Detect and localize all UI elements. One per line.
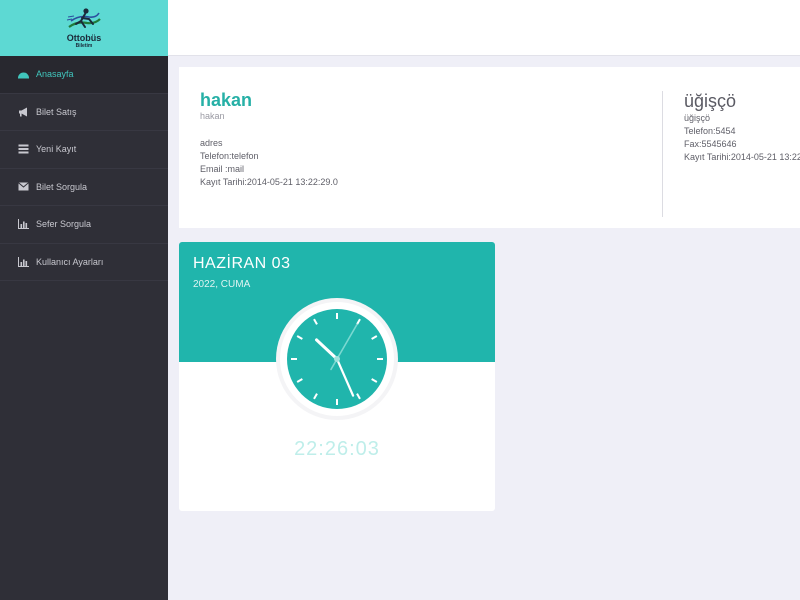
user-address: adres — [200, 138, 223, 148]
company-registered: Kayıt Tarihi:2014-05-21 13:22:29.0 — [684, 152, 800, 162]
divider — [662, 91, 663, 217]
company-subname: üğişçö — [684, 113, 711, 123]
company-phone: Telefon:5454 — [684, 126, 736, 136]
sidebar-item-label: Anasayfa — [36, 69, 74, 80]
sidebar-item-label: Kullanıcı Ayarları — [36, 256, 104, 267]
top-header — [168, 0, 800, 56]
sidebar: Ottobüs Biletim Anasayfa Bilet Satış Yen… — [0, 0, 168, 600]
bar-chart-icon — [18, 256, 29, 267]
user-registered: Kayıt Tarihi:2014-05-21 13:22:29.0 — [200, 177, 338, 187]
analog-clock-icon — [276, 298, 398, 420]
runner-logo-icon — [66, 8, 101, 28]
logo-subtitle: Biletim — [75, 43, 93, 49]
sidebar-item-anasayfa[interactable]: Anasayfa — [0, 56, 168, 94]
digital-time: 22:26:03 — [294, 438, 380, 460]
user-name: hakan — [200, 90, 253, 110]
sidebar-item-bilet-sorgula[interactable]: Bilet Sorgula — [0, 169, 168, 206]
clock-date: HAZİRAN 03 — [193, 255, 291, 272]
user-phone: Telefon:telefon — [200, 151, 259, 161]
user-username: hakan — [200, 111, 225, 121]
sidebar-item-kullanici-ayarlari[interactable]: Kullanıcı Ayarları — [0, 244, 168, 281]
envelope-icon — [18, 181, 29, 192]
user-email: Email :mail — [200, 164, 245, 174]
clock-widget: HAZİRAN 03 2022, CUMA 22:26:03 — [179, 242, 495, 511]
sidebar-item-label: Sefer Sorgula — [36, 219, 92, 230]
sidebar-item-label: Yeni Kayıt — [36, 144, 77, 155]
logo[interactable]: Ottobüs Biletim — [0, 0, 168, 56]
dashboard-icon — [18, 69, 29, 80]
sidebar-item-sefer-sorgula[interactable]: Sefer Sorgula — [0, 206, 168, 244]
logo-name: Ottobüs — [66, 33, 102, 43]
company-fax: Fax:5545646 — [684, 139, 737, 149]
company-name: üğişçö — [684, 91, 737, 111]
clock-year-day: 2022, CUMA — [193, 279, 251, 290]
company-info: üğişçö üğişçö Telefon:5454 Fax:5545646 K… — [684, 91, 800, 164]
sidebar-item-bilet-satis[interactable]: Bilet Satış — [0, 94, 168, 131]
profile-card: hakan hakan adres Telefon:telefon Email … — [179, 67, 800, 228]
bar-chart-icon — [18, 219, 29, 230]
sidebar-item-yeni-kayit[interactable]: Yeni Kayıt — [0, 131, 168, 169]
user-info: hakan hakan adres Telefon:telefon Email … — [200, 90, 630, 189]
sidebar-item-label: Bilet Satış — [36, 106, 77, 117]
list-icon — [18, 144, 29, 155]
sidebar-item-label: Bilet Sorgula — [36, 181, 88, 192]
megaphone-icon — [18, 106, 29, 117]
